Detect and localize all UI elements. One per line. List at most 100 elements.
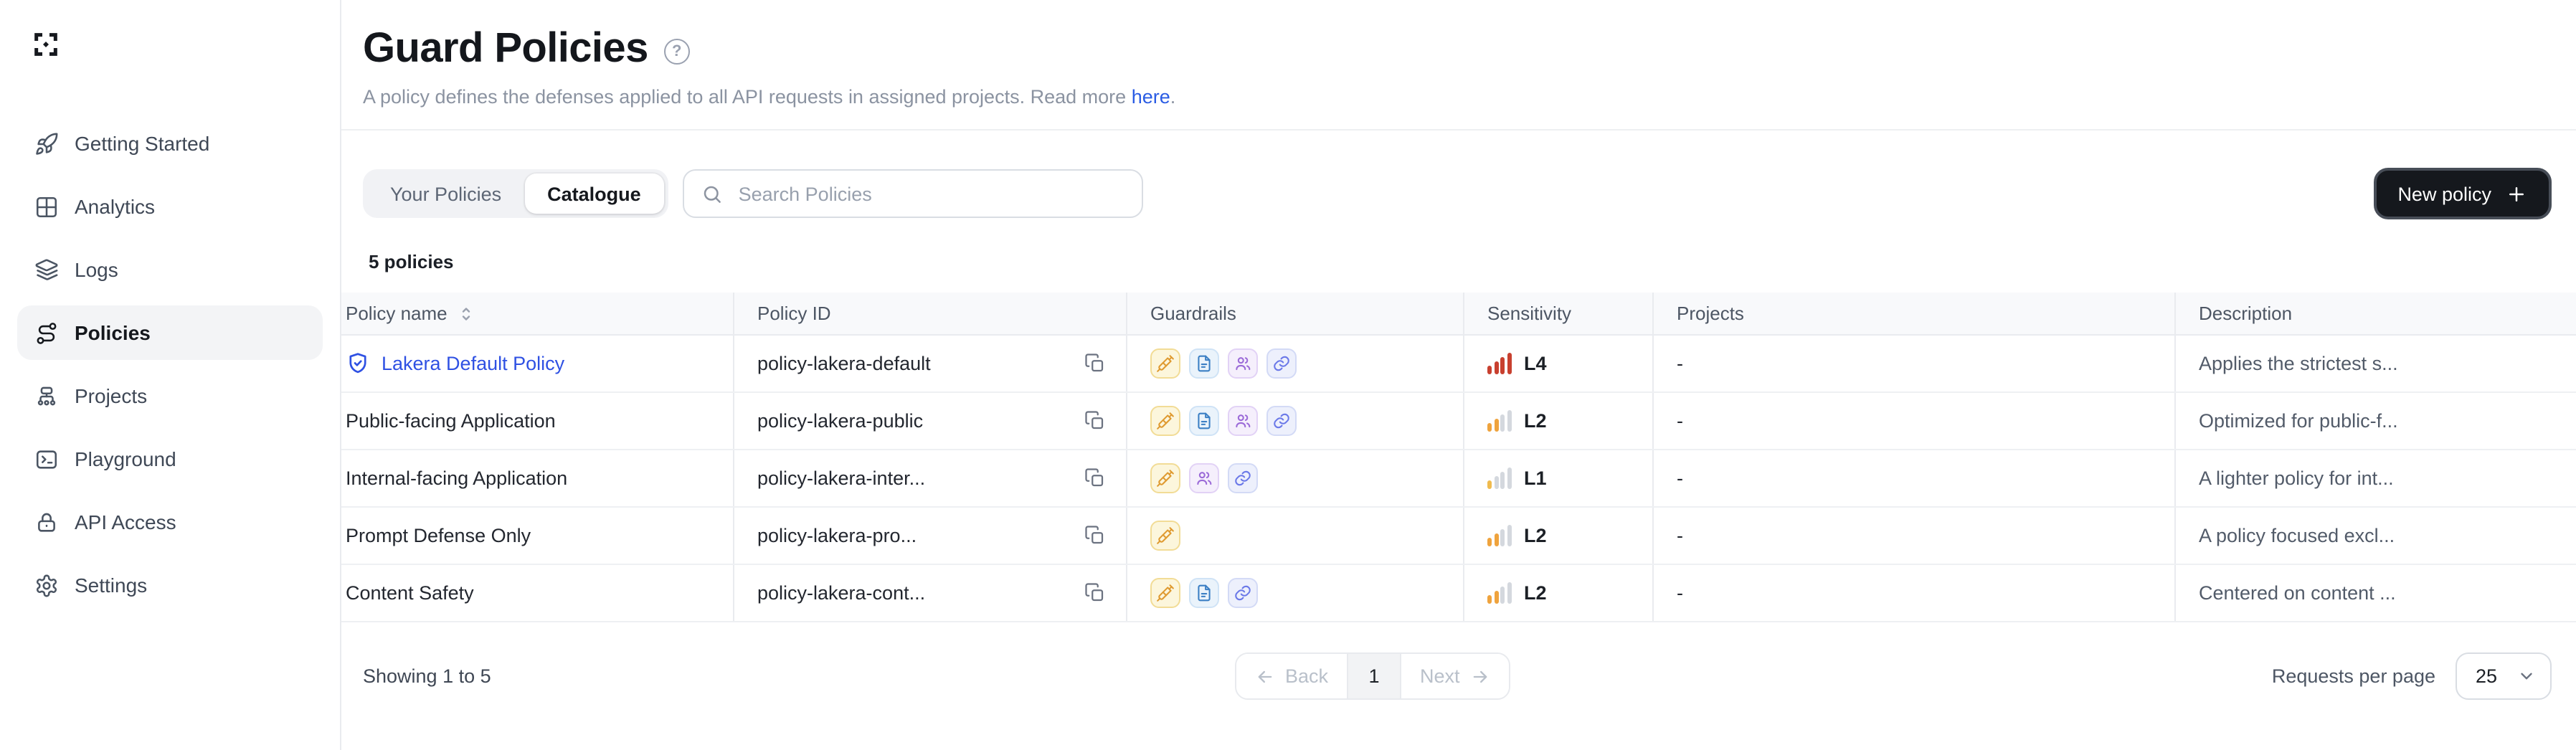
sidebar-item-label: Settings [75, 574, 148, 597]
new-policy-button[interactable]: New policy [2373, 168, 2552, 219]
sidebar-item-analytics[interactable]: Analytics [17, 179, 323, 234]
table-header-row: Policy name Policy ID Guardrails Sensiti… [341, 293, 2576, 336]
policy-name-cell: Internal-facing Application [341, 450, 734, 506]
table-row[interactable]: Lakera Default Policy policy-lakera-defa… [341, 336, 2576, 393]
guardrail-prompt-defense-badge[interactable] [1150, 463, 1180, 493]
showing-label: Showing 1 to 5 [363, 665, 491, 687]
sensitivity-cell: L2 [1464, 565, 1654, 621]
table-row[interactable]: Content Safety policy-lakera-cont... L2 … [341, 565, 2576, 622]
policy-name[interactable]: Prompt Defense Only [346, 525, 531, 546]
sidebar-item-label: Logs [75, 258, 118, 281]
sidebar-item-settings[interactable]: Settings [17, 558, 323, 612]
guardrail-content-moderation-badge[interactable] [1189, 348, 1219, 379]
search-box[interactable] [682, 169, 1143, 218]
copy-icon[interactable] [1084, 353, 1106, 374]
projects-cell: - [1654, 508, 2176, 564]
table-footer: Showing 1 to 5 Back 1 Next Requests per … [363, 652, 2552, 700]
guardrail-unknown-links-badge[interactable] [1228, 578, 1258, 608]
column-header-policy-name[interactable]: Policy name [341, 293, 734, 334]
guardrail-content-moderation-badge[interactable] [1189, 578, 1219, 608]
sidebar-nav: Getting Started Analytics Logs Policies [0, 116, 340, 612]
sort-icon[interactable] [458, 305, 475, 322]
policy-id: policy-lakera-pro... [757, 525, 917, 546]
guardrail-unknown-links-badge[interactable] [1228, 463, 1258, 493]
sensitivity-bars-icon [1487, 582, 1511, 604]
sensitivity-bars-icon [1487, 525, 1511, 546]
copy-icon[interactable] [1084, 410, 1106, 432]
help-icon[interactable]: ? [663, 38, 690, 64]
projects-cell: - [1654, 565, 2176, 621]
sensitivity-cell: L4 [1464, 336, 1654, 391]
column-header-sensitivity: Sensitivity [1464, 293, 1654, 334]
guardrail-pii-detection-badge[interactable] [1189, 463, 1219, 493]
arrow-right-icon [1470, 666, 1490, 686]
projects-cell: - [1654, 450, 2176, 506]
guardrail-prompt-defense-badge[interactable] [1150, 348, 1180, 379]
guardrail-prompt-defense-badge[interactable] [1150, 406, 1180, 436]
tab-your-policies[interactable]: Your Policies [367, 174, 524, 214]
shield-check-icon [346, 351, 370, 376]
policy-name-cell: Content Safety [341, 565, 734, 621]
read-more-link[interactable]: here [1132, 86, 1170, 108]
copy-icon[interactable] [1084, 525, 1106, 546]
next-button[interactable]: Next [1401, 654, 1509, 698]
policy-id-cell: policy-lakera-public [734, 393, 1127, 449]
sidebar-item-label: Analytics [75, 195, 156, 218]
search-input[interactable] [735, 181, 1124, 206]
table-row[interactable]: Internal-facing Application policy-laker… [341, 450, 2576, 508]
guardrails-cell [1127, 393, 1464, 449]
policy-description: A lighter policy for int... [2199, 467, 2394, 489]
sidebar-item-label: API Access [75, 511, 176, 533]
guardrail-prompt-defense-badge[interactable] [1150, 521, 1180, 551]
table-row[interactable]: Prompt Defense Only policy-lakera-pro...… [341, 508, 2576, 565]
per-page-label: Requests per page [2271, 665, 2435, 687]
guardrail-unknown-links-badge[interactable] [1266, 348, 1297, 379]
policy-name-cell: Prompt Defense Only [341, 508, 734, 564]
guardrail-content-moderation-badge[interactable] [1189, 406, 1219, 436]
copy-icon[interactable] [1084, 467, 1106, 489]
back-button[interactable]: Back [1236, 654, 1348, 698]
policy-id: policy-lakera-public [757, 410, 924, 432]
policy-name[interactable]: Content Safety [346, 582, 474, 604]
guardrails-cell [1127, 450, 1464, 506]
sensitivity-bars-icon [1487, 467, 1511, 489]
tab-catalogue[interactable]: Catalogue [524, 174, 664, 214]
grid-icon [34, 194, 59, 219]
sidebar-item-getting-started[interactable]: Getting Started [17, 116, 323, 171]
policy-id-cell: policy-lakera-inter... [734, 450, 1127, 506]
policy-name[interactable]: Public-facing Application [346, 410, 556, 432]
policy-description: A policy focused excl... [2199, 525, 2395, 546]
guardrails-cell [1127, 565, 1464, 621]
column-header-description: Description [2199, 303, 2293, 324]
plus-icon [2506, 183, 2527, 204]
sidebar-item-policies[interactable]: Policies [17, 305, 323, 360]
sidebar-item-projects[interactable]: Projects [17, 369, 323, 423]
guardrail-prompt-defense-badge[interactable] [1150, 578, 1180, 608]
sidebar-item-logs[interactable]: Logs [17, 242, 323, 297]
main-content: Guard Policies ? A policy defines the de… [341, 0, 2576, 750]
policy-name[interactable]: Internal-facing Application [346, 467, 567, 489]
guardrails-cell [1127, 508, 1464, 564]
guardrail-pii-detection-badge[interactable] [1228, 348, 1258, 379]
guardrail-pii-detection-badge[interactable] [1228, 406, 1258, 436]
policy-id-cell: policy-lakera-default [734, 336, 1127, 391]
policy-name[interactable]: Lakera Default Policy [382, 353, 564, 374]
table-row[interactable]: Public-facing Application policy-lakera-… [341, 393, 2576, 450]
policy-id: policy-lakera-default [757, 353, 931, 374]
sensitivity-level: L2 [1524, 525, 1547, 546]
sidebar-item-label: Policies [75, 321, 151, 344]
per-page-select[interactable]: 25 [2456, 652, 2552, 700]
org-tree-icon [34, 384, 59, 408]
guardrail-unknown-links-badge[interactable] [1266, 406, 1297, 436]
sidebar-item-label: Playground [75, 447, 176, 470]
policies-table: Policy name Policy ID Guardrails Sensiti… [341, 293, 2576, 622]
copy-icon[interactable] [1084, 582, 1106, 604]
sidebar-item-api-access[interactable]: API Access [17, 495, 323, 549]
current-page[interactable]: 1 [1347, 654, 1402, 698]
sidebar-item-playground[interactable]: Playground [17, 432, 323, 486]
sensitivity-bars-icon [1487, 410, 1511, 432]
route-icon [34, 321, 59, 345]
search-icon [701, 183, 723, 204]
policies-tab-group: Your Policies Catalogue [363, 169, 668, 218]
column-header-policy-id: Policy ID [734, 293, 1127, 334]
